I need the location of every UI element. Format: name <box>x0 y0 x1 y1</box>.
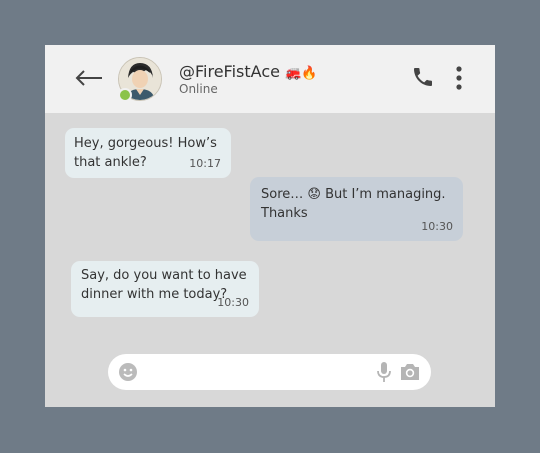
contact-emoji: 🚒🔥 <box>285 66 318 81</box>
camera-icon <box>401 364 419 380</box>
more-options-button[interactable] <box>449 65 469 91</box>
microphone-icon <box>377 362 391 382</box>
back-button[interactable] <box>73 63 105 93</box>
emoji-button[interactable] <box>118 362 138 382</box>
message-bubble-outgoing[interactable]: Sore… 😟 But I’m managing. Thanks 10:30 <box>250 177 463 241</box>
message-composer <box>108 354 431 390</box>
back-arrow-icon <box>75 70 102 86</box>
chat-header: @FireFistAce 🚒🔥 Online <box>45 45 495 113</box>
contact-status: Online <box>179 82 218 96</box>
message-bubble-incoming[interactable]: Say, do you want to have dinner with me … <box>71 261 259 317</box>
message-input[interactable] <box>148 362 367 384</box>
message-time: 10:30 <box>421 220 453 233</box>
emoji-icon <box>119 363 137 381</box>
more-vertical-icon <box>456 66 462 90</box>
contact-name: @FireFistAce 🚒🔥 <box>179 62 317 81</box>
message-time: 10:17 <box>189 157 221 170</box>
chat-window: @FireFistAce 🚒🔥 Online Hey, gorgeous! Ho… <box>45 45 495 407</box>
microphone-button[interactable] <box>375 361 393 383</box>
contact-name-text: @FireFistAce <box>179 62 280 81</box>
camera-button[interactable] <box>399 362 421 382</box>
message-time: 10:30 <box>217 296 249 309</box>
phone-icon <box>414 68 432 86</box>
online-indicator <box>118 88 132 102</box>
call-button[interactable] <box>411 65 435 89</box>
message-bubble-incoming[interactable]: Hey, gorgeous! How’s that ankle? 10:17 <box>65 128 231 178</box>
